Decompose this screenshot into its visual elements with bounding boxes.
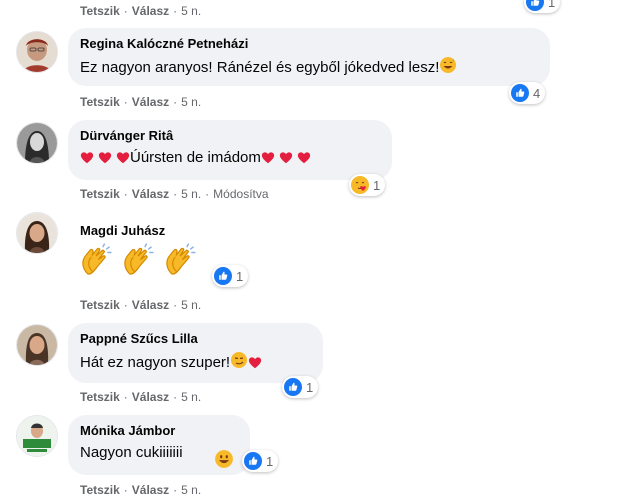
avatar[interactable]	[16, 31, 58, 73]
comment-text: Hát ez nagyon szuper!	[80, 353, 231, 371]
grinning-sweat-emoji	[439, 56, 457, 80]
comment-actions-top: Tetszik · Válasz · 5 n.	[80, 4, 201, 18]
separator: ·	[123, 483, 128, 497]
heart-icon	[98, 151, 112, 165]
reaction-count-badge[interactable]: 1	[212, 265, 249, 287]
reaction-count-badge[interactable]: 1	[349, 174, 386, 196]
separator: ·	[123, 298, 128, 312]
clapping-hands-row	[77, 243, 199, 281]
comment-author[interactable]: Pappné Szűcs Lilla	[80, 331, 311, 347]
smirk-emoji	[230, 351, 248, 375]
comment-text: Nagyon cukiiiiiii	[80, 444, 183, 461]
separator: ·	[123, 95, 128, 109]
timestamp[interactable]: 5 n.	[181, 4, 201, 18]
avatar[interactable]	[16, 324, 58, 366]
timestamp[interactable]: 5 n.	[181, 390, 201, 404]
like-link[interactable]: Tetszik	[80, 298, 120, 312]
avatar[interactable]	[16, 415, 58, 457]
comment-text-row: Hát ez nagyon szuper!	[80, 351, 311, 375]
comment-author[interactable]: Magdi Juhász	[80, 223, 165, 238]
separator: ·	[123, 390, 128, 404]
comment-actions: Tetszik · Válasz · 5 n.	[80, 298, 201, 312]
comment-bubble: Dürvánger Ritâ Úúrsten de imádom	[68, 120, 392, 180]
reply-link[interactable]: Válasz	[132, 4, 169, 18]
care-icon	[351, 176, 369, 194]
separator: ·	[173, 298, 178, 312]
reaction-count-badge[interactable]: 1	[524, 0, 561, 13]
reply-link[interactable]: Válasz	[132, 483, 169, 497]
comment-author[interactable]: Mónika Jámbor	[80, 423, 238, 439]
comment-actions: Tetszik · Válasz · 5 n.	[80, 483, 201, 497]
timestamp[interactable]: 5 n.	[181, 298, 201, 312]
separator: ·	[173, 483, 178, 497]
separator: ·	[173, 390, 178, 404]
comment-text-row: Ez nagyon aranyos! Ránézel és egyből jók…	[80, 56, 538, 80]
reply-link[interactable]: Válasz	[132, 187, 169, 201]
reaction-count: 1	[373, 177, 381, 193]
reaction-count: 1	[306, 379, 314, 395]
like-link[interactable]: Tetszik	[80, 390, 120, 404]
separator: ·	[173, 4, 178, 18]
heart-icon	[80, 151, 94, 165]
like-link[interactable]: Tetszik	[80, 4, 120, 18]
edited-label[interactable]: Módosítva	[213, 187, 268, 201]
like-link[interactable]: Tetszik	[80, 95, 120, 109]
heart-icon	[279, 151, 293, 165]
like-link[interactable]: Tetszik	[80, 187, 120, 201]
reaction-count: 1	[236, 268, 244, 284]
comment-author[interactable]: Regina Kalóczné Petneházi	[80, 36, 538, 52]
avatar[interactable]	[16, 122, 58, 164]
clapping-hands-emoji	[119, 243, 157, 281]
reaction-count-badge[interactable]: 1	[242, 450, 279, 472]
comment-actions: Tetszik · Válasz · 5 n.	[80, 95, 201, 109]
reaction-count: 1	[548, 0, 556, 10]
timestamp[interactable]: 5 n.	[181, 483, 201, 497]
comment-text-row: Úúrsten de imádom	[80, 148, 380, 168]
reply-link[interactable]: Válasz	[132, 390, 169, 404]
grinning-emoji	[214, 449, 234, 474]
clapping-hands-emoji	[161, 243, 199, 281]
like-icon	[214, 267, 232, 285]
comment-actions: Tetszik · Válasz · 5 n. · Módosítva	[80, 187, 269, 201]
reply-link[interactable]: Válasz	[132, 95, 169, 109]
reaction-count-badge[interactable]: 1	[282, 376, 319, 398]
comment-bubble: Pappné Szűcs Lilla Hát ez nagyon szuper!	[68, 323, 323, 383]
comment-text: Ez nagyon aranyos! Ránézel és egyből jók…	[80, 58, 440, 76]
timestamp[interactable]: 5 n.	[181, 95, 201, 109]
reaction-count: 4	[533, 85, 541, 101]
like-icon	[526, 0, 544, 11]
heart-icon	[261, 151, 275, 165]
separator: ·	[123, 187, 128, 201]
separator: ·	[173, 95, 178, 109]
clapping-hands-emoji	[77, 243, 115, 281]
avatar[interactable]	[16, 212, 58, 254]
like-icon	[511, 84, 529, 102]
comment-actions: Tetszik · Válasz · 5 n.	[80, 390, 201, 404]
separator: ·	[123, 4, 128, 18]
reaction-count-badge[interactable]: 4	[509, 82, 546, 104]
heart-icon	[248, 356, 262, 370]
reply-link[interactable]: Válasz	[132, 298, 169, 312]
reaction-count: 1	[266, 453, 274, 469]
comment-text: Úúrsten de imádom	[130, 149, 261, 166]
comment-author[interactable]: Dürvánger Ritâ	[80, 128, 380, 144]
heart-icon	[116, 151, 130, 165]
separator: ·	[205, 187, 210, 201]
like-icon	[284, 378, 302, 396]
heart-icon	[297, 151, 311, 165]
comment-bubble: Regina Kalóczné Petneházi Ez nagyon aran…	[68, 28, 550, 86]
like-icon	[244, 452, 262, 470]
separator: ·	[173, 187, 178, 201]
timestamp[interactable]: 5 n.	[181, 187, 201, 201]
like-link[interactable]: Tetszik	[80, 483, 120, 497]
